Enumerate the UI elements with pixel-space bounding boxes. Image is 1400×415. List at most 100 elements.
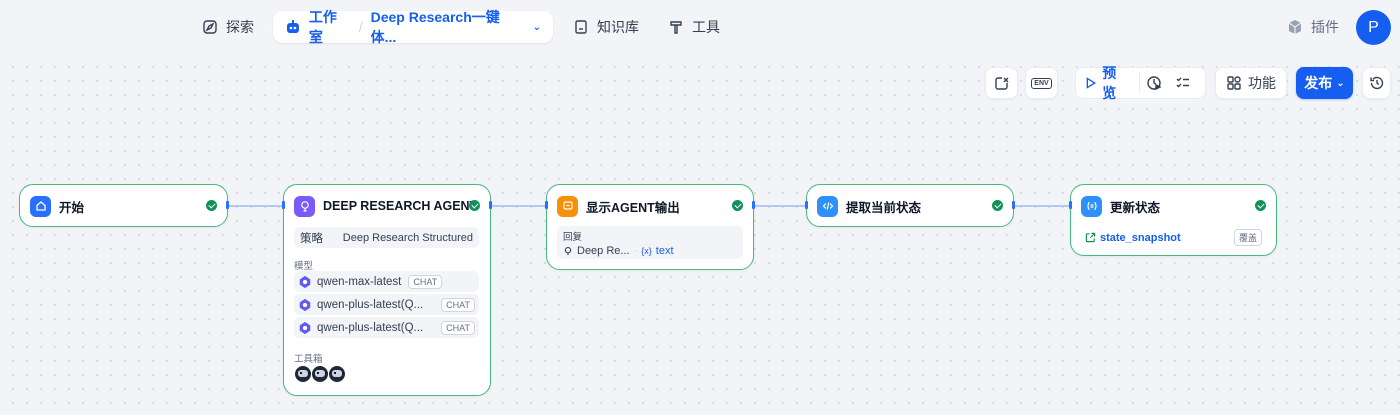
code-icon xyxy=(817,195,838,217)
edge-start-agent xyxy=(228,205,283,207)
clock-play-icon xyxy=(1147,76,1162,91)
success-check-icon xyxy=(732,200,743,211)
checklist-view-button[interactable] xyxy=(1168,75,1197,91)
features-icon xyxy=(1227,76,1241,90)
run-history-button[interactable] xyxy=(1140,75,1169,91)
reply-source: Deep Re... xyxy=(577,245,630,257)
model-row: qwen-plus-latest(Q... CHAT xyxy=(294,294,479,315)
qwen-icon xyxy=(299,298,311,311)
success-check-icon xyxy=(992,200,1003,211)
node-answer-input-handle[interactable] xyxy=(545,201,548,209)
strategy-row: 策略 Deep Research Structured xyxy=(294,227,479,248)
home-icon xyxy=(30,195,51,217)
nav-studio-label[interactable]: 工作室 xyxy=(309,7,351,47)
write-mode-badge: 覆盖 xyxy=(1233,229,1262,246)
node-start[interactable]: 开始 xyxy=(19,184,228,227)
node-extract[interactable]: 提取当前状态 xyxy=(806,184,1014,227)
node-answer-output-handle[interactable] xyxy=(752,201,755,209)
play-icon xyxy=(1086,77,1097,89)
env-icon: ENV xyxy=(1031,77,1052,89)
chevron-down-icon: ⌄ xyxy=(1336,77,1345,89)
studio-app-switcher[interactable]: 工作室 / Deep Research一键体... ⌄ xyxy=(273,9,553,45)
qwen-icon xyxy=(299,275,311,288)
features-label: 功能 xyxy=(1248,75,1276,91)
toolbox-tools xyxy=(295,366,346,382)
model-badge: CHAT xyxy=(441,320,475,335)
toolbox-label: 工具箱 xyxy=(294,354,323,365)
edge-agent-answer xyxy=(491,205,546,207)
variable-icon: {x} xyxy=(641,246,652,256)
nav-plugins-label: 插件 xyxy=(1311,19,1339,35)
version-history-button[interactable] xyxy=(1362,67,1391,99)
node-agent[interactable]: DEEP RESEARCH AGENT 策略 Deep Research Str… xyxy=(283,184,491,396)
avatar[interactable]: P xyxy=(1356,10,1391,45)
strategy-label: 策略 xyxy=(300,232,323,245)
top-navigation: 探索 工作室 / Deep Research一键体... ⌄ 知识库 工具 插件… xyxy=(0,0,1400,54)
model-name: qwen-plus-latest(Q... xyxy=(317,298,424,311)
app-name[interactable]: Deep Research一键体... xyxy=(371,7,525,47)
separator: · xyxy=(633,245,638,257)
nav-knowledge[interactable]: 知识库 xyxy=(573,11,639,43)
cube-icon xyxy=(1288,20,1302,34)
edge-extract-update xyxy=(1014,205,1070,207)
compass-icon xyxy=(203,20,217,34)
success-check-icon xyxy=(469,200,480,211)
nav-knowledge-label: 知识库 xyxy=(597,19,639,35)
checklist-icon xyxy=(994,77,1008,90)
node-update-title: 更新状态 xyxy=(1110,200,1161,215)
reply-box: 回复 Deep Re... · {x} text xyxy=(557,226,743,259)
node-start-output-handle[interactable] xyxy=(226,201,229,209)
model-row: qwen-plus-latest(Q... CHAT xyxy=(294,317,479,338)
node-agent-input-handle[interactable] xyxy=(282,201,285,209)
checklist-button[interactable] xyxy=(985,67,1018,99)
node-start-title: 开始 xyxy=(59,200,85,215)
publish-button[interactable]: 发布 ⌄ xyxy=(1296,67,1353,99)
nav-explore-label: 探索 xyxy=(226,19,254,35)
nav-tools-label: 工具 xyxy=(692,19,720,35)
env-button[interactable]: ENV xyxy=(1025,67,1058,99)
node-update-input-handle[interactable] xyxy=(1069,201,1072,209)
node-extract-output-handle[interactable] xyxy=(1012,201,1015,209)
node-answer[interactable]: 显示AGENT输出 回复 Deep Re... · {x} text xyxy=(546,184,754,270)
run-controls: 预览 xyxy=(1075,65,1206,101)
hammer-icon xyxy=(670,21,682,34)
preview-button[interactable]: 预览 xyxy=(1084,65,1140,101)
success-check-icon xyxy=(1255,200,1266,211)
variable-assign-icon xyxy=(1081,195,1102,217)
assigned-variable-name: state_snapshot xyxy=(1100,231,1181,244)
robot-icon xyxy=(286,20,299,33)
qwen-icon xyxy=(299,321,311,334)
reply-label: 回复 xyxy=(563,232,583,243)
features-button[interactable]: 功能 xyxy=(1215,67,1287,99)
nav-explore[interactable]: 探索 xyxy=(202,11,254,43)
nav-plugins[interactable]: 插件 xyxy=(1287,11,1339,43)
node-agent-title: DEEP RESEARCH AGENT xyxy=(323,199,478,213)
node-update[interactable]: 更新状态 state_snapshot 覆盖 xyxy=(1070,184,1277,256)
model-badge: CHAT xyxy=(408,274,443,289)
agent-small-icon xyxy=(564,246,572,256)
breadcrumb-separator: / xyxy=(358,19,363,35)
model-label: 模型 xyxy=(294,261,314,272)
node-agent-output-handle[interactable] xyxy=(489,201,492,209)
chevron-down-icon[interactable]: ⌄ xyxy=(533,22,541,33)
tool-robot-icon xyxy=(329,366,345,382)
model-row: qwen-max-latest CHAT xyxy=(294,271,479,292)
history-icon xyxy=(1369,76,1383,90)
list-check-icon xyxy=(1176,77,1189,88)
assigned-variable-row: state_snapshot 覆盖 xyxy=(1081,227,1266,248)
nav-tools[interactable]: 工具 xyxy=(668,11,720,43)
reply-var: text xyxy=(655,245,674,257)
publish-label: 发布 xyxy=(1304,75,1333,91)
message-icon xyxy=(557,195,578,217)
tool-robot-icon xyxy=(295,366,311,382)
preview-label: 预览 xyxy=(1102,65,1117,101)
success-check-icon xyxy=(206,200,217,211)
node-extract-title: 提取当前状态 xyxy=(846,200,922,215)
node-extract-input-handle[interactable] xyxy=(805,201,808,209)
tool-robot-icon xyxy=(312,366,328,382)
model-name: qwen-max-latest xyxy=(317,275,402,288)
model-name: qwen-plus-latest(Q... xyxy=(317,321,424,334)
edge-answer-extract xyxy=(754,205,806,207)
strategy-value: Deep Research Structured xyxy=(342,231,473,244)
agent-icon xyxy=(294,195,315,217)
